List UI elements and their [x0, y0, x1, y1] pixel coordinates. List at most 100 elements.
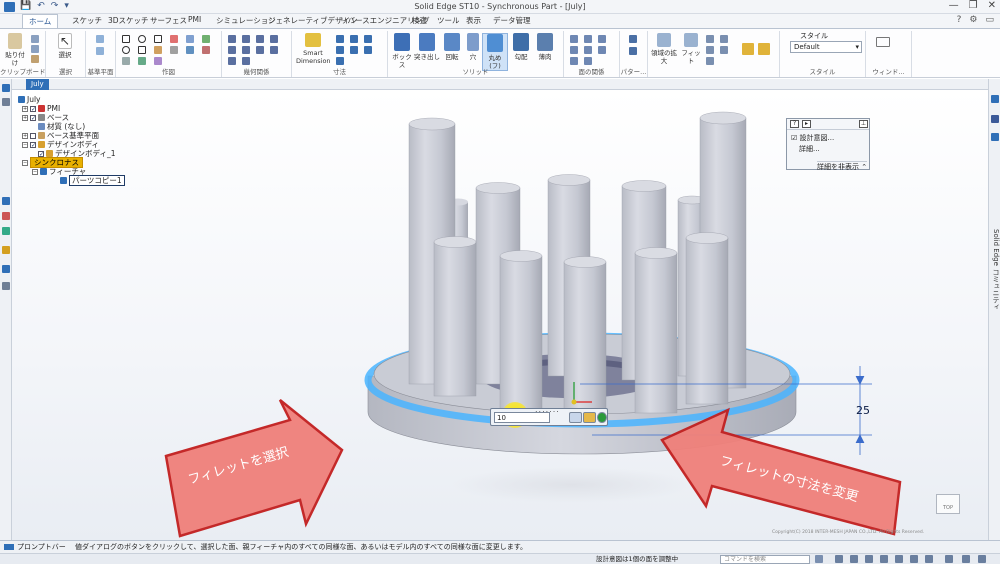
panel-icon-1[interactable] [991, 95, 999, 103]
collapse-toggle[interactable]: − [22, 159, 28, 166]
tab-surface[interactable]: サーフェス [150, 15, 187, 26]
key-icon[interactable] [2, 246, 10, 254]
collapse-toggle[interactable]: − [22, 141, 28, 148]
face-rotate-icon[interactable] [570, 57, 578, 65]
cylinder-front-4[interactable] [634, 247, 678, 414]
trim-icon[interactable] [154, 46, 162, 54]
tab-view[interactable]: 表示 [466, 15, 481, 26]
visibility-checkbox[interactable]: ✓ [30, 105, 36, 112]
visibility-checkbox[interactable]: ✓ [30, 114, 36, 121]
tree-item-base-planes[interactable]: + ベース基準平面 [22, 131, 99, 140]
display-icon-status[interactable] [925, 555, 933, 563]
feature-library-icon[interactable] [2, 265, 10, 273]
pattern-icon[interactable] [629, 35, 637, 43]
accept-icon[interactable] [597, 412, 607, 423]
tree-item-synchronous[interactable]: − シンクロナス [22, 157, 83, 168]
angle-icon[interactable] [350, 35, 358, 43]
visibility-checkbox[interactable]: ✓ [38, 150, 44, 157]
tab-tools[interactable]: ツール [437, 15, 460, 26]
expand-icon-status[interactable] [978, 555, 986, 563]
view-cube[interactable]: TOP [932, 488, 966, 518]
window-arrange-icon[interactable] [876, 37, 890, 47]
view-cube-face[interactable]: TOP [936, 494, 960, 514]
tab-3d-sketch[interactable]: 3Dスケッチ [108, 15, 149, 26]
copy-icon[interactable] [31, 45, 39, 53]
hide-details-button[interactable]: 詳細を非表示 ⌃ [817, 161, 868, 172]
perpendicular-icon[interactable] [270, 35, 278, 43]
settings-icon-status[interactable] [945, 555, 953, 563]
shading-icon[interactable] [720, 46, 728, 54]
search-icon[interactable] [815, 555, 823, 563]
face-perpendicular-icon[interactable] [570, 46, 578, 54]
zoom-icon-status[interactable] [835, 555, 843, 563]
zoom-icon[interactable] [706, 35, 714, 43]
tree-item-material[interactable]: 材質 (なし) [38, 122, 85, 131]
collinear-icon[interactable] [242, 57, 250, 65]
help-icon-status[interactable] [962, 555, 970, 563]
document-tab-july[interactable]: July [26, 79, 49, 90]
coaxial-icon[interactable] [584, 35, 592, 43]
expand-button[interactable]: ▸ [802, 120, 811, 128]
tab-sketch[interactable]: スケッチ [72, 15, 102, 26]
connect-icon[interactable] [228, 35, 236, 43]
horizontal-icon[interactable] [228, 46, 236, 54]
tree-item-pmi[interactable]: + ✓ PMI [22, 104, 60, 113]
tab-home[interactable]: ホーム [22, 14, 59, 28]
community-tab[interactable]: Solid Edge コミュニティ [991, 229, 1000, 310]
tree-item-design-body[interactable]: − ✓ デザインボディ [22, 140, 99, 149]
render-icon-status[interactable] [910, 555, 918, 563]
view-icon-status[interactable] [895, 555, 903, 563]
lock-icon[interactable] [228, 57, 236, 65]
fillet-sketch-icon[interactable] [170, 35, 178, 43]
visibility-checkbox[interactable] [30, 132, 36, 139]
panel-icon-3[interactable] [991, 133, 999, 141]
tab-inspection[interactable]: 検査 [412, 15, 427, 26]
smart-dimension-button[interactable]: Smart Dimension [296, 33, 331, 65]
link-icon[interactable] [2, 282, 10, 290]
expand-toggle[interactable]: + [22, 132, 28, 139]
dimension-value[interactable]: 25 [856, 404, 870, 417]
project-icon[interactable] [154, 57, 162, 65]
expand-toggle[interactable]: + [22, 114, 28, 121]
coplanar-icon[interactable] [570, 35, 578, 43]
annotation-icon[interactable] [336, 57, 344, 65]
details-link[interactable]: 詳細... [799, 144, 820, 154]
pathfinder-icon[interactable] [2, 84, 10, 92]
cylinder-front-1[interactable] [433, 236, 477, 397]
format-painter-icon[interactable] [31, 55, 39, 63]
face-symmetric-icon[interactable] [598, 46, 606, 54]
revolve-button[interactable]: 回転 [441, 33, 463, 61]
fit-button[interactable]: フィット [680, 33, 702, 65]
tab-data-management[interactable]: データ管理 [493, 15, 531, 26]
3d-viewport[interactable]: 25 フィレットを選択 フィレットの寸法を変更 ? ▸ ⊥ ☑ 設計意図... … [12, 90, 988, 540]
thin-wall-button[interactable]: 薄肉 [534, 33, 556, 61]
fit-icon-status[interactable] [880, 555, 888, 563]
zoom-area-button[interactable]: 領域の拡大 [650, 33, 678, 65]
prompt-bar-title[interactable]: プロンプトバー [4, 541, 66, 553]
options-icon[interactable]: ⚙ [969, 15, 977, 25]
help-icon[interactable]: ? [957, 15, 962, 25]
collapse-toggle[interactable]: − [32, 168, 38, 175]
facebook-icon[interactable] [991, 115, 999, 123]
cylinder-front-5[interactable] [685, 232, 729, 405]
tab-simulation[interactable]: シミュレーション [216, 15, 276, 26]
spline-icon[interactable] [202, 35, 210, 43]
family-icon[interactable] [2, 212, 10, 220]
help-small-button[interactable]: ? [790, 120, 799, 128]
equal-icon[interactable] [242, 46, 250, 54]
minimize-button[interactable]: — [949, 0, 959, 11]
plane-icon[interactable] [96, 35, 104, 43]
mirror-icon[interactable] [202, 46, 210, 54]
style-cube-2-icon[interactable] [758, 43, 770, 55]
close-button[interactable]: ✕ [988, 0, 996, 11]
text-sketch-icon[interactable] [138, 57, 146, 65]
plane-option-icon[interactable] [96, 47, 104, 55]
fillet-value-input[interactable]: 10 [494, 412, 550, 423]
maximize-button[interactable]: ❐ [969, 0, 978, 11]
feature-scope-icon[interactable] [583, 412, 596, 423]
box-button[interactable]: ボックス [390, 33, 414, 69]
parallel-icon[interactable] [256, 35, 264, 43]
pan-icon-status[interactable] [850, 555, 858, 563]
symmetric-dimension-icon[interactable] [336, 46, 344, 54]
rectangle-icon[interactable] [154, 35, 162, 43]
